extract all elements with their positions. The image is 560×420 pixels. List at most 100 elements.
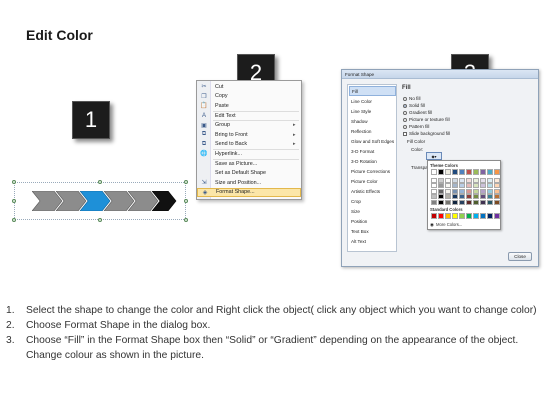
color-picker-button[interactable]: ◆▾ [426,152,442,160]
color-swatch[interactable] [473,177,479,183]
color-swatch[interactable] [452,177,458,183]
standard-color-swatch[interactable] [473,213,479,219]
standard-color-swatch[interactable] [480,213,486,219]
more-colors-link[interactable]: More Colors... [436,222,462,227]
color-swatch[interactable] [473,188,479,194]
resize-handle[interactable] [98,218,102,222]
color-swatch[interactable] [445,188,451,194]
color-swatch[interactable] [431,169,437,175]
menu-item-hyperlink[interactable]: 🌐 Hyperlink... [197,149,301,160]
standard-color-swatch[interactable] [466,213,472,219]
color-swatch[interactable] [480,183,486,189]
category-picture-color[interactable]: Picture Color [349,176,396,186]
standard-color-swatch[interactable] [452,213,458,219]
menu-item-cut[interactable]: ✂ Cut [197,82,301,92]
category-glow[interactable]: Glow and Soft Edges [349,136,396,146]
resize-handle[interactable] [184,199,188,203]
color-swatch[interactable] [466,188,472,194]
color-swatch[interactable] [494,200,500,205]
color-swatch[interactable] [487,183,493,189]
category-alt-text[interactable]: Alt Text [349,236,396,246]
color-swatch[interactable] [459,188,465,194]
color-swatch[interactable] [445,200,451,205]
color-swatch[interactable] [452,200,458,205]
color-swatch[interactable] [473,169,479,175]
standard-color-swatch[interactable] [438,213,444,219]
chevron-shape[interactable] [32,191,182,211]
color-swatch[interactable] [466,194,472,200]
color-swatch[interactable] [487,188,493,194]
color-swatch[interactable] [438,194,444,200]
color-swatch[interactable] [480,194,486,200]
resize-handle[interactable] [184,218,188,222]
resize-handle[interactable] [12,180,16,184]
color-swatch[interactable] [459,177,465,183]
color-swatch[interactable] [452,188,458,194]
resize-handle[interactable] [12,218,16,222]
radio-solid-fill[interactable]: Solid fill [403,103,425,108]
menu-item-paste[interactable]: 📋 Paste [197,101,301,112]
close-button[interactable]: Close [508,252,532,261]
color-swatch[interactable] [438,200,444,205]
color-swatch[interactable] [480,188,486,194]
color-swatch[interactable] [480,177,486,183]
color-swatch[interactable] [480,200,486,205]
category-position[interactable]: Position [349,216,396,226]
color-swatch[interactable] [431,177,437,183]
category-crop[interactable]: Crop [349,196,396,206]
color-swatch[interactable] [445,183,451,189]
selected-shape-group[interactable] [12,180,188,222]
color-swatch[interactable] [487,200,493,205]
color-swatch[interactable] [466,177,472,183]
standard-color-swatch[interactable] [459,213,465,219]
color-swatch[interactable] [452,194,458,200]
menu-item-edit-text[interactable]: A Edit Text [197,111,301,121]
color-swatch[interactable] [494,169,500,175]
menu-item-group[interactable]: ▣ Group ▸ [197,120,301,130]
resize-handle[interactable] [12,199,16,203]
category-text-box[interactable]: Text Box [349,226,396,236]
color-swatch[interactable] [466,169,472,175]
category-line-style[interactable]: Line Style [349,106,396,116]
color-swatch[interactable] [459,194,465,200]
color-swatch[interactable] [473,194,479,200]
color-swatch[interactable] [494,183,500,189]
category-picture-corrections[interactable]: Picture Corrections [349,166,396,176]
radio-pattern-fill[interactable]: Pattern fill [403,124,429,129]
standard-color-swatch[interactable] [487,213,493,219]
menu-item-size-position[interactable]: ⇲ Size and Position... [197,178,301,188]
color-swatch[interactable] [494,177,500,183]
color-swatch[interactable] [466,183,472,189]
checkbox-slide-background-fill[interactable]: Slide background fill [403,131,450,136]
category-3d-format[interactable]: 3-D Format [349,146,396,156]
color-swatch[interactable] [459,200,465,205]
color-swatch[interactable] [466,200,472,205]
color-swatch[interactable] [487,169,493,175]
menu-item-send-to-back[interactable]: ⧉ Send to Back ▸ [197,140,301,150]
menu-item-format-shape[interactable]: ◈ Format Shape... [197,187,301,198]
color-swatch[interactable] [438,188,444,194]
category-shadow[interactable]: Shadow [349,116,396,126]
radio-picture-fill[interactable]: Picture or texture fill [403,117,450,122]
color-swatch[interactable] [431,183,437,189]
color-swatch[interactable] [431,200,437,205]
category-size[interactable]: Size [349,206,396,216]
color-swatch[interactable] [480,169,486,175]
radio-gradient-fill[interactable]: Gradient fill [403,110,432,115]
color-swatch[interactable] [445,177,451,183]
color-swatch[interactable] [459,183,465,189]
menu-item-copy[interactable]: ❐ Copy [197,92,301,102]
category-3d-rotation[interactable]: 3-D Rotation [349,156,396,166]
color-swatch[interactable] [494,188,500,194]
menu-item-bring-to-front[interactable]: ⧉ Bring to Front ▸ [197,130,301,140]
color-swatch[interactable] [438,169,444,175]
color-swatch[interactable] [487,194,493,200]
color-swatch[interactable] [494,194,500,200]
resize-handle[interactable] [184,180,188,184]
standard-color-swatch[interactable] [431,213,437,219]
menu-item-set-default-shape[interactable]: Set as Default Shape [197,168,301,178]
color-swatch[interactable] [459,169,465,175]
category-line-color[interactable]: Line Color [349,96,396,106]
color-swatch[interactable] [487,177,493,183]
color-swatch[interactable] [445,169,451,175]
